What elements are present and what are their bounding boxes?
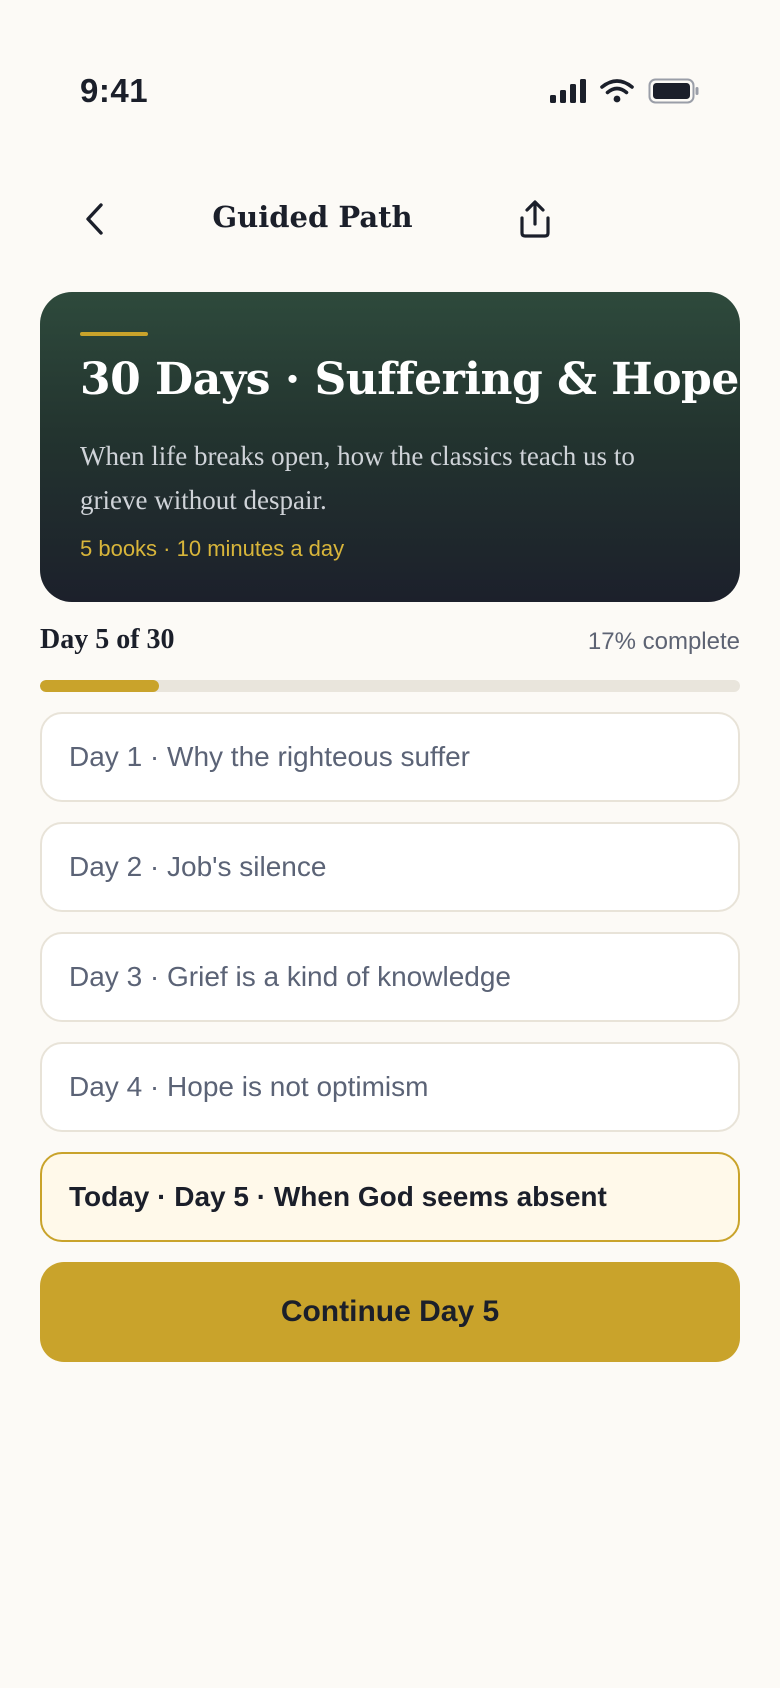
day-item-2[interactable]: Day 2 · Job's silence — [40, 822, 740, 912]
progress-bar — [40, 680, 740, 692]
status-bar: 9:41 — [0, 0, 780, 180]
status-icons — [550, 78, 700, 104]
cellular-signal-icon — [550, 79, 586, 103]
day-item-today[interactable]: Today · Day 5 · When God seems absent — [40, 1152, 740, 1242]
path-hero-card: 30 Days · Suffering & Hope When life bre… — [40, 292, 740, 602]
share-icon — [520, 200, 550, 238]
day-item-3[interactable]: Day 3 · Grief is a kind of knowledge — [40, 932, 740, 1022]
status-time: 9:41 — [80, 72, 149, 109]
progress-bar-fill — [40, 680, 159, 692]
share-button[interactable] — [510, 194, 560, 244]
continue-day-button[interactable]: Continue Day 5 — [40, 1262, 740, 1362]
day-item-4[interactable]: Day 4 · Hope is not optimism — [40, 1042, 740, 1132]
hero-description: When life breaks open, how the classics … — [80, 441, 635, 515]
hero-accent-line — [80, 332, 148, 336]
wifi-icon — [600, 79, 634, 103]
day-item-1[interactable]: Day 1 · Why the righteous suffer — [40, 712, 740, 802]
day-list: Day 1 · Why the righteous suffer Day 2 ·… — [40, 712, 740, 1262]
hero-meta: 5 books · 10 minutes a day — [80, 536, 345, 561]
progress-percent-label: 17% complete — [587, 628, 740, 655]
nav-bar: Guided Path — [0, 180, 780, 260]
progress-day-label: Day 5 of 30 — [40, 624, 175, 655]
battery-icon — [648, 78, 699, 104]
hero-title: 30 Days · Suffering & Hope — [80, 354, 739, 405]
